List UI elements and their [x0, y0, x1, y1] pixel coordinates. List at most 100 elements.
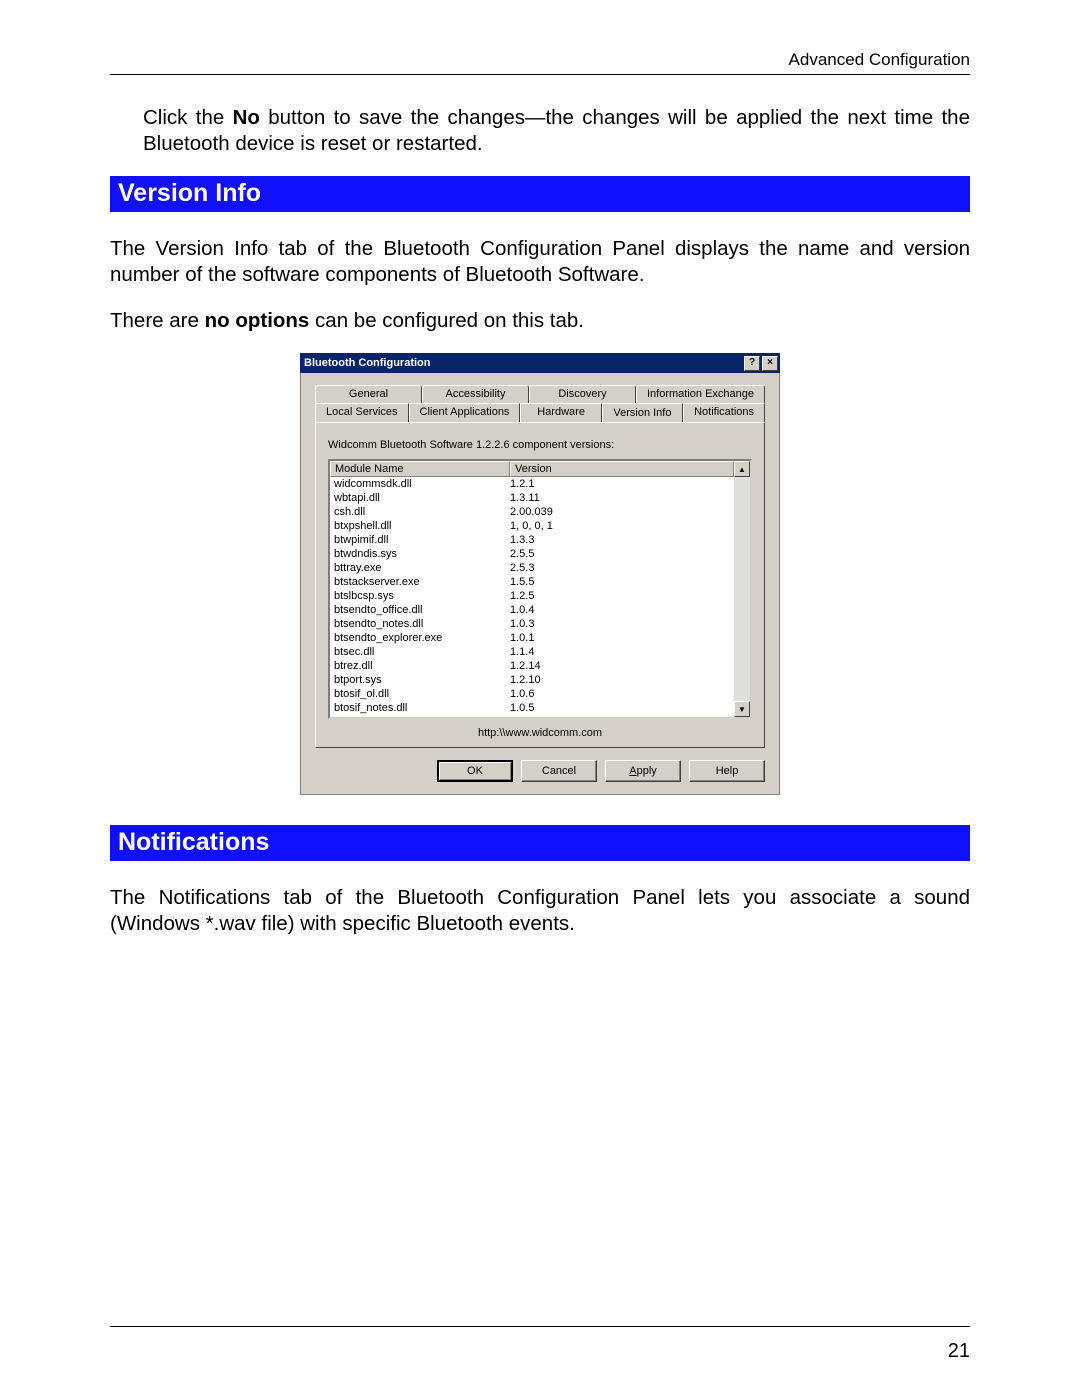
table-row[interactable]: btsec.dll1.1.4: [330, 645, 734, 659]
tab-version-info[interactable]: Version Info: [602, 403, 683, 424]
section-heading-version-info: Version Info: [110, 176, 970, 212]
cell-version: 1.2.5: [510, 589, 730, 603]
cell-module-name: btrez.dll: [334, 659, 510, 673]
cell-version: 1.0.5: [510, 701, 730, 715]
cell-module-name: btsendto_office.dll: [334, 603, 510, 617]
column-version[interactable]: Version: [510, 461, 734, 477]
intro-bold: No: [233, 106, 260, 129]
table-row[interactable]: btsendto_notes.dll1.0.3: [330, 617, 734, 631]
table-row[interactable]: btwdndis.sys2.5.5: [330, 547, 734, 561]
cell-version: 1.3.3: [510, 533, 730, 547]
tab-client-applications[interactable]: Client Applications: [409, 403, 521, 422]
cell-version: 1.0.3: [510, 617, 730, 631]
ok-button[interactable]: OK: [437, 760, 513, 782]
close-button[interactable]: ×: [762, 356, 778, 371]
section-heading-notifications: Notifications: [110, 825, 970, 861]
table-row[interactable]: btstackserver.exe1.5.5: [330, 575, 734, 589]
cell-version: 2.00.039: [510, 505, 730, 519]
cell-version: 2.5.5: [510, 547, 730, 561]
tab-strip: General Accessibility Discovery Informat…: [315, 385, 765, 748]
tab-notifications[interactable]: Notifications: [683, 403, 765, 422]
table-row[interactable]: btosif_ol.dll1.0.6: [330, 687, 734, 701]
page-number: 21: [948, 1340, 970, 1363]
cell-version: 1.0.4: [510, 603, 730, 617]
cell-module-name: btxpshell.dll: [334, 519, 510, 533]
panel-label: Widcomm Bluetooth Software 1.2.2.6 compo…: [328, 439, 752, 451]
table-row[interactable]: btport.sys1.2.10: [330, 673, 734, 687]
cell-version: 1.3.11: [510, 491, 730, 505]
table-row[interactable]: widcommsdk.dll1.2.1: [330, 477, 734, 491]
cell-version: 1.5.5: [510, 575, 730, 589]
scroll-down-button[interactable]: ▼: [734, 701, 750, 717]
cell-module-name: btwdndis.sys: [334, 547, 510, 561]
apply-label: Apply: [629, 765, 657, 777]
list-header: Module Name Version: [330, 461, 734, 477]
cell-module-name: btsec.dll: [334, 645, 510, 659]
cell-module-name: btsendto_explorer.exe: [334, 631, 510, 645]
table-row[interactable]: btsendto_explorer.exe1.0.1: [330, 631, 734, 645]
tab-information-exchange[interactable]: Information Exchange: [636, 385, 765, 403]
cell-version: 1.0.1: [510, 631, 730, 645]
scroll-up-button[interactable]: ▲: [734, 461, 750, 477]
cell-version: 2.5.3: [510, 561, 730, 575]
table-row[interactable]: btosif_notes.dll1.0.5: [330, 701, 734, 715]
bluetooth-config-dialog: Bluetooth Configuration ? × General Acce…: [300, 353, 780, 795]
cell-version: 1.2.1: [510, 477, 730, 491]
intro-text-b: button to save the changes—the changes w…: [143, 106, 970, 155]
table-row[interactable]: btwpimif.dll1.3.3: [330, 533, 734, 547]
cell-module-name: btsendto_notes.dll: [334, 617, 510, 631]
table-row[interactable]: csh.dll2.00.039: [330, 505, 734, 519]
cell-version: 1.0.4: [510, 715, 730, 717]
tab-general[interactable]: General: [315, 385, 422, 403]
tab-local-services[interactable]: Local Services: [315, 403, 409, 422]
vertical-scrollbar[interactable]: ▲ ▼: [734, 461, 750, 717]
version-info-para2: There are no options can be configured o…: [110, 308, 970, 334]
tab-panel-version-info: Widcomm Bluetooth Software 1.2.2.6 compo…: [315, 422, 765, 748]
column-module-name[interactable]: Module Name: [330, 461, 510, 477]
cell-module-name: btport.sys: [334, 673, 510, 687]
dialog-title: Bluetooth Configuration: [304, 357, 742, 369]
cell-module-name: btosif_notes.dll: [334, 701, 510, 715]
tab-accessibility[interactable]: Accessibility: [422, 385, 529, 403]
cell-version: 1.0.6: [510, 687, 730, 701]
cancel-button[interactable]: Cancel: [521, 760, 597, 782]
dialog-titlebar[interactable]: Bluetooth Configuration ? ×: [300, 353, 780, 373]
cell-version: 1.2.14: [510, 659, 730, 673]
vendor-link[interactable]: http:\\www.widcomm.com: [328, 727, 752, 739]
apply-button[interactable]: Apply: [605, 760, 681, 782]
cell-module-name: csh.dll: [334, 505, 510, 519]
table-row[interactable]: wbtapi.dll1.3.11: [330, 491, 734, 505]
cell-version: 1.1.4: [510, 645, 730, 659]
table-row[interactable]: btsendto_office.dll1.0.4: [330, 603, 734, 617]
intro-paragraph: Click the No button to save the changes—…: [143, 105, 970, 156]
tab-hardware[interactable]: Hardware: [520, 403, 601, 422]
table-row[interactable]: btosif.dll1.0.4: [330, 715, 734, 717]
cell-module-name: btosif.dll: [334, 715, 510, 717]
tab-discovery[interactable]: Discovery: [529, 385, 636, 403]
cell-version: 1, 0, 0, 1: [510, 519, 730, 533]
para2-bold: no options: [205, 309, 310, 332]
table-row[interactable]: bttray.exe2.5.3: [330, 561, 734, 575]
module-list[interactable]: Module Name Version widcommsdk.dll1.2.1w…: [328, 459, 752, 719]
para2-b: can be configured on this tab.: [309, 309, 584, 332]
dialog-body: General Accessibility Discovery Informat…: [300, 373, 780, 795]
cell-module-name: widcommsdk.dll: [334, 477, 510, 491]
table-row[interactable]: btxpshell.dll1, 0, 0, 1: [330, 519, 734, 533]
para2-a: There are: [110, 309, 205, 332]
notifications-para: The Notifications tab of the Bluetooth C…: [110, 885, 970, 936]
tab-row-2: Local Services Client Applications Hardw…: [315, 403, 765, 422]
list-rows: widcommsdk.dll1.2.1wbtapi.dll1.3.11csh.d…: [330, 477, 734, 717]
scroll-track[interactable]: [734, 477, 750, 701]
cell-module-name: btstackserver.exe: [334, 575, 510, 589]
list-content: Module Name Version widcommsdk.dll1.2.1w…: [330, 461, 734, 717]
intro-text-a: Click the: [143, 106, 233, 129]
cell-module-name: btslbcsp.sys: [334, 589, 510, 603]
cell-version: 1.2.10: [510, 673, 730, 687]
dialog-button-row: OK Cancel Apply Help: [315, 760, 765, 782]
table-row[interactable]: btrez.dll1.2.14: [330, 659, 734, 673]
header-rule: [110, 74, 970, 75]
cell-module-name: btosif_ol.dll: [334, 687, 510, 701]
help-button[interactable]: Help: [689, 760, 765, 782]
help-button[interactable]: ?: [744, 356, 760, 371]
table-row[interactable]: btslbcsp.sys1.2.5: [330, 589, 734, 603]
